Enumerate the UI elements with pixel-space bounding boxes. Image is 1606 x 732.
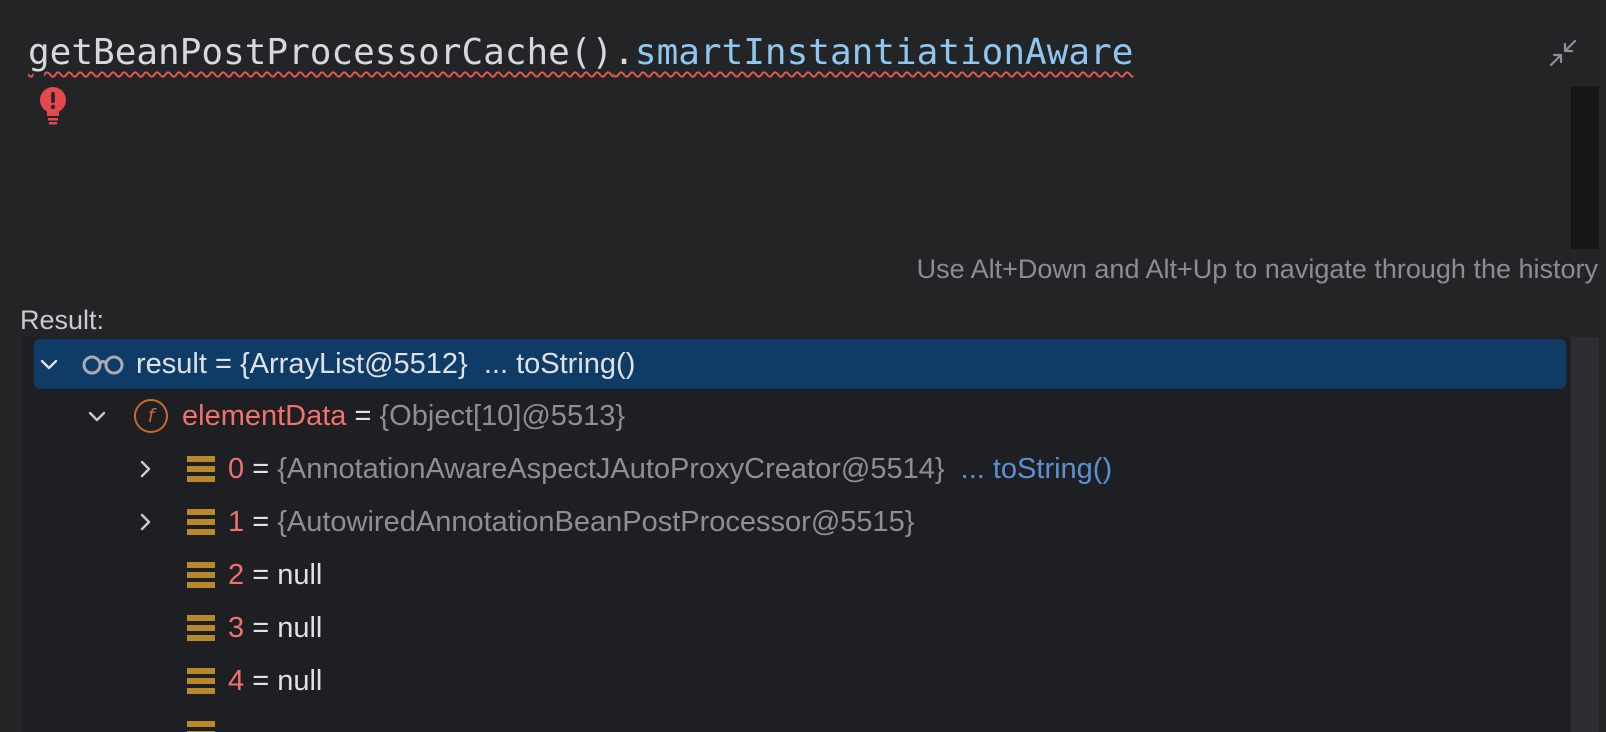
tree-row-element-data[interactable]: f elementData = {Object[10]@5513} — [22, 389, 1570, 443]
result-name: result — [136, 348, 207, 380]
item-value: null — [277, 665, 323, 697]
array-element-icon — [186, 561, 216, 589]
item-tostring-link[interactable]: ... toString() — [961, 442, 1113, 496]
element-data-value: {Object[10]@5513} — [379, 400, 626, 432]
item-index: 4 — [228, 665, 245, 697]
chevron-down-icon[interactable] — [34, 337, 64, 391]
item-value: null — [277, 612, 323, 644]
array-element-icon — [186, 455, 216, 483]
tree-row-item-1[interactable]: 1 = {AutowiredAnnotationBeanPostProcesso… — [22, 495, 1570, 549]
tree-row-item-4[interactable]: 4 = null — [22, 654, 1570, 708]
item-index: 3 — [228, 612, 245, 644]
array-element-icon — [186, 614, 216, 642]
result-label: Result: — [20, 305, 105, 335]
array-element-icon — [186, 508, 216, 536]
field-icon: f — [134, 399, 168, 433]
item-value: {AnnotationAwareAspectJAutoProxyCreator@… — [277, 453, 945, 485]
tree-row-item-3[interactable]: 3 = null — [22, 601, 1570, 655]
expression-dot: . — [613, 32, 635, 73]
item-equals: = — [244, 665, 278, 697]
tree-row-item-0[interactable]: 0 = {AnnotationAwareAspectJAutoProxyCrea… — [22, 442, 1570, 496]
collapse-arrows-icon[interactable] — [1546, 36, 1580, 70]
item-equals: = — [244, 453, 278, 485]
error-bulb-icon[interactable] — [38, 86, 68, 128]
item-value: null — [277, 559, 323, 591]
editor-scrollbar[interactable] — [1571, 86, 1599, 249]
watch-glasses-icon — [82, 353, 124, 375]
item-equals: = — [244, 612, 278, 644]
tree-row-result[interactable]: result = {ArrayList@5512} ... toString() — [22, 337, 1570, 391]
history-hint: Use Alt+Down and Alt+Up to navigate thro… — [916, 254, 1598, 284]
tree-scrollbar[interactable] — [1571, 337, 1599, 732]
item-equals: = — [244, 506, 278, 538]
array-element-icon — [186, 667, 216, 695]
item-value: {AutowiredAnnotationBeanPostProcessor@55… — [277, 506, 915, 538]
result-value: {ArrayList@5512} — [239, 348, 468, 380]
result-tree: result = {ArrayList@5512} ... toString()… — [22, 337, 1570, 732]
array-element-icon — [186, 720, 216, 732]
element-data-equals: = — [346, 400, 380, 432]
expression-method: getBeanPostProcessorCache() — [28, 32, 614, 73]
tree-row-partial[interactable] — [22, 707, 1570, 732]
chevron-right-icon[interactable] — [130, 442, 160, 496]
expression-editor[interactable]: getBeanPostProcessorCache().smartInstant… — [0, 0, 1606, 255]
expression-field: smartInstantiationAware — [634, 32, 1134, 73]
result-tostring-link[interactable]: ... toString() — [484, 337, 636, 391]
expression-text[interactable]: getBeanPostProcessorCache().smartInstant… — [28, 26, 1133, 80]
item-equals: = — [244, 559, 278, 591]
item-index: 1 — [228, 506, 245, 538]
evaluate-expression-panel: getBeanPostProcessorCache().smartInstant… — [0, 0, 1606, 732]
chevron-down-icon[interactable] — [82, 389, 112, 443]
result-equals: = — [206, 348, 240, 380]
chevron-right-icon[interactable] — [130, 495, 160, 549]
item-index: 0 — [228, 453, 245, 485]
item-index: 2 — [228, 559, 245, 591]
element-data-name: elementData — [182, 400, 347, 432]
tree-row-item-2[interactable]: 2 = null — [22, 548, 1570, 602]
